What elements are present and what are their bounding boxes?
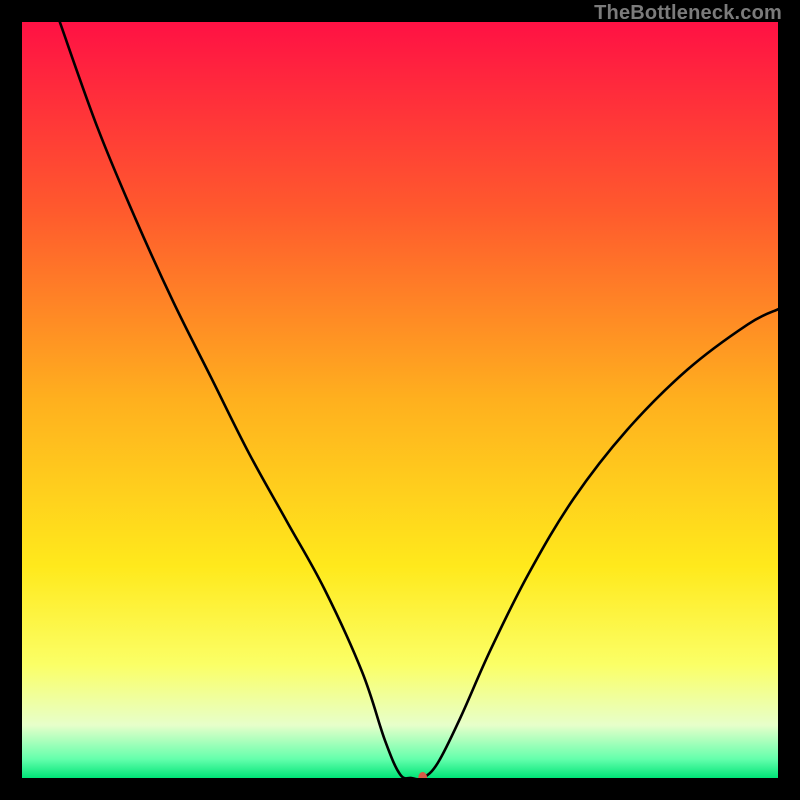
watermark-text: TheBottleneck.com [594, 2, 782, 25]
chart-container: TheBottleneck.com [0, 0, 800, 800]
chart-svg [22, 22, 778, 778]
plot-area [22, 22, 778, 778]
gradient-background [22, 22, 778, 778]
